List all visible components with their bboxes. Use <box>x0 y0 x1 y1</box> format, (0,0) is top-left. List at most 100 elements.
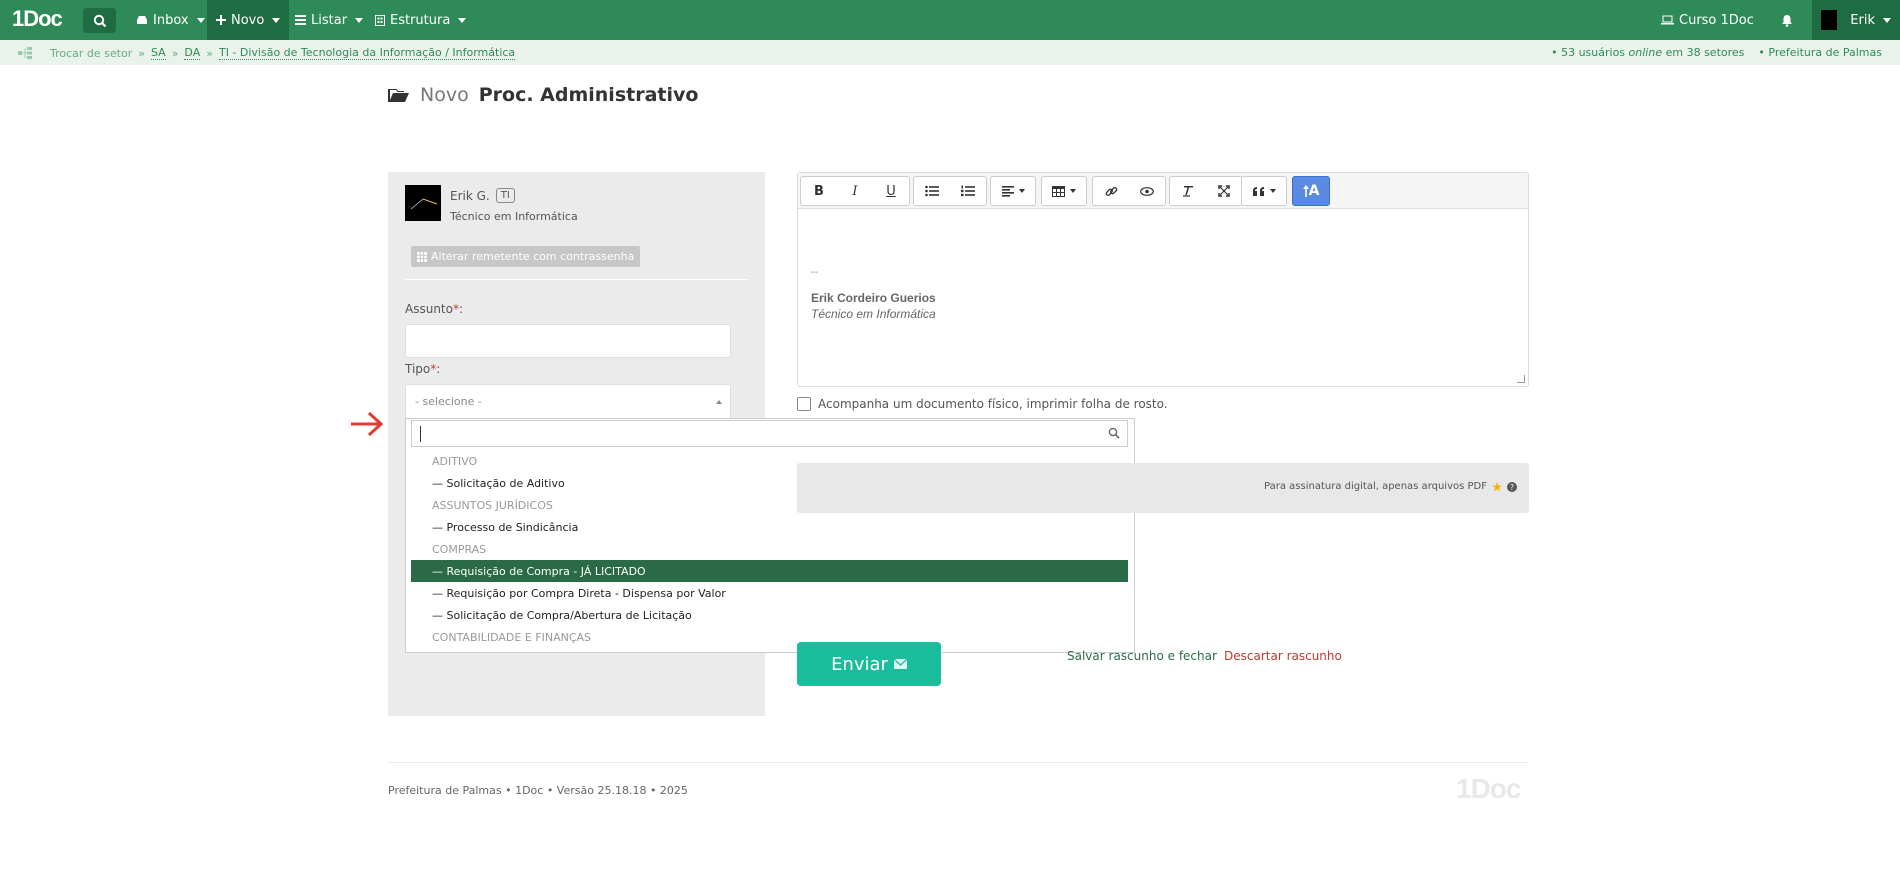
tipo-dropdown: ADITIVO — Solicitação de Aditivo ASSUNTO… <box>405 418 1135 653</box>
page-title-prefix: Novo <box>420 84 469 106</box>
preview-button[interactable] <box>1129 177 1165 205</box>
link-button[interactable] <box>1093 177 1129 205</box>
tipo-label-text: Tipo <box>405 362 431 376</box>
fullscreen-button[interactable] <box>1206 177 1242 205</box>
nav-estrutura[interactable]: Estrutura <box>366 0 475 40</box>
breadcrumb-separator: » <box>171 46 179 60</box>
plus-icon <box>216 15 226 25</box>
send-button[interactable]: Enviar <box>797 642 941 686</box>
signature-role: Técnico em Informática <box>811 307 936 321</box>
attachment-note: Para assinatura digital, apenas arquivos… <box>1264 481 1517 492</box>
brand-logo[interactable]: 1Doc <box>12 6 63 32</box>
signature-name: Erik Cordeiro Guerios <box>811 291 936 305</box>
divider <box>405 279 748 280</box>
breadcrumb-ti[interactable]: TI - Divisão de Tecnologia da Informação… <box>218 46 516 60</box>
table-button[interactable] <box>1042 177 1086 205</box>
online-word: online <box>1628 46 1663 59</box>
breadcrumb-separator: » <box>206 46 213 60</box>
online-users-status[interactable]: • 53 usuários online em 38 setores <box>1551 46 1744 59</box>
message-editor[interactable]: B I U A -- Erik Cordeiro Guerios Técnico… <box>797 172 1529 387</box>
breadcrumb-sa[interactable]: SA <box>150 46 166 60</box>
course-link[interactable]: Curso 1Doc <box>1652 0 1763 40</box>
dropdown-option[interactable]: — Solicitação de Compra/Abertura de Lici… <box>411 604 1128 626</box>
attachment-note-text: Para assinatura digital, apenas arquivos… <box>1264 481 1487 492</box>
table-group <box>1041 176 1087 206</box>
help-icon[interactable]: ? <box>1507 481 1517 492</box>
change-sender-button[interactable]: Alterar remetente com contrassenha <box>411 246 641 267</box>
online-suffix: em 38 setores <box>1662 46 1745 59</box>
nav-estrutura-label: Estrutura <box>390 12 451 28</box>
font-size-toggle-label: A <box>1308 183 1320 199</box>
nav-listar[interactable]: Listar <box>286 0 372 40</box>
quote-group <box>1241 176 1287 206</box>
nav-inbox-label: Inbox <box>153 12 189 28</box>
assunto-input[interactable] <box>405 324 731 358</box>
chevron-down-icon <box>1883 17 1891 23</box>
bullet-list-icon <box>925 185 939 197</box>
align-group <box>990 176 1036 206</box>
change-sector-link[interactable]: Trocar de setor <box>50 47 132 60</box>
physical-doc-checkbox[interactable] <box>797 397 811 411</box>
bullet-list-button[interactable] <box>914 177 950 205</box>
remove-format-icon <box>1183 186 1193 197</box>
breadcrumb-da[interactable]: DA <box>184 46 201 60</box>
chevron-down-icon <box>458 17 467 23</box>
user-menu[interactable]: Erik <box>1812 0 1900 40</box>
sender-name: Erik G. TI <box>450 188 515 203</box>
breadcrumb-separator: » <box>138 46 145 60</box>
discard-draft-link[interactable]: Descartar rascunho <box>1224 649 1342 663</box>
dropdown-option-selected[interactable]: — Requisição de Compra - JÁ LICITADO <box>411 560 1128 582</box>
chevron-down-icon <box>1018 189 1025 193</box>
tipo-select[interactable]: - selecione - <box>405 384 731 418</box>
resize-handle[interactable] <box>1517 375 1525 383</box>
inbox-icon <box>137 16 147 24</box>
nav-inbox[interactable]: Inbox <box>127 0 214 40</box>
clear-format-button[interactable] <box>1170 177 1206 205</box>
physical-doc-option[interactable]: Acompanha um documento físico, imprimir … <box>797 397 1168 411</box>
dropdown-search-input[interactable] <box>411 420 1128 447</box>
dropdown-group-header: CONTABILIDADE E FINANÇAS <box>432 630 592 644</box>
chevron-down-icon <box>1269 189 1276 193</box>
top-navbar: 1Doc Inbox Novo Listar Estrutura Curso 1… <box>0 0 1900 40</box>
search-button[interactable] <box>83 8 116 33</box>
bell-icon <box>1782 14 1792 27</box>
change-sender-label: Alterar remetente com contrassenha <box>431 250 635 263</box>
course-label: Curso 1Doc <box>1679 12 1754 28</box>
star-icon <box>1492 481 1502 491</box>
link-icon <box>1105 186 1117 196</box>
nav-novo-label: Novo <box>231 12 265 28</box>
assunto-label: Assunto*: <box>405 302 463 316</box>
bold-button[interactable]: B <box>801 177 837 205</box>
underline-button[interactable]: U <box>873 177 909 205</box>
label-colon: : <box>436 362 441 376</box>
notifications-button[interactable] <box>1772 0 1802 40</box>
quote-button[interactable] <box>1242 177 1286 205</box>
italic-button[interactable]: I <box>837 177 873 205</box>
tipo-label: Tipo*: <box>405 362 440 376</box>
sitemap-icon <box>18 47 32 59</box>
dropdown-option[interactable]: — Processo de Sindicância <box>411 516 1128 538</box>
attachment-dropzone[interactable]: Para assinatura digital, apenas arquivos… <box>797 463 1529 513</box>
numbered-list-button[interactable] <box>950 177 986 205</box>
chevron-down-icon <box>355 17 364 23</box>
expand-icon <box>1218 185 1230 197</box>
list-group <box>913 176 987 206</box>
align-button[interactable] <box>991 177 1035 205</box>
sender-role: Técnico em Informática <box>450 210 578 223</box>
sender-name-text: Erik G. <box>450 188 490 203</box>
font-size-toggle-button[interactable]: A <box>1292 176 1330 206</box>
user-menu-label: Erik <box>1850 12 1875 28</box>
list-icon <box>295 15 306 25</box>
organization-link[interactable]: • Prefeitura de Palmas <box>1758 46 1882 59</box>
dropdown-option[interactable]: — Requisição por Compra Direta - Dispens… <box>411 582 1128 604</box>
nav-novo[interactable]: Novo <box>207 0 290 40</box>
envelope-icon <box>893 659 907 669</box>
editor-toolbar: B I U A <box>798 173 1528 209</box>
tipo-select-value: - selecione - <box>415 395 482 408</box>
eye-icon <box>1140 186 1154 196</box>
quote-icon <box>1252 186 1264 196</box>
align-left-icon <box>1001 185 1014 197</box>
laptop-icon <box>1661 15 1674 25</box>
save-draft-link[interactable]: Salvar rascunho e fechar <box>1067 649 1217 663</box>
avatar <box>1821 10 1838 30</box>
